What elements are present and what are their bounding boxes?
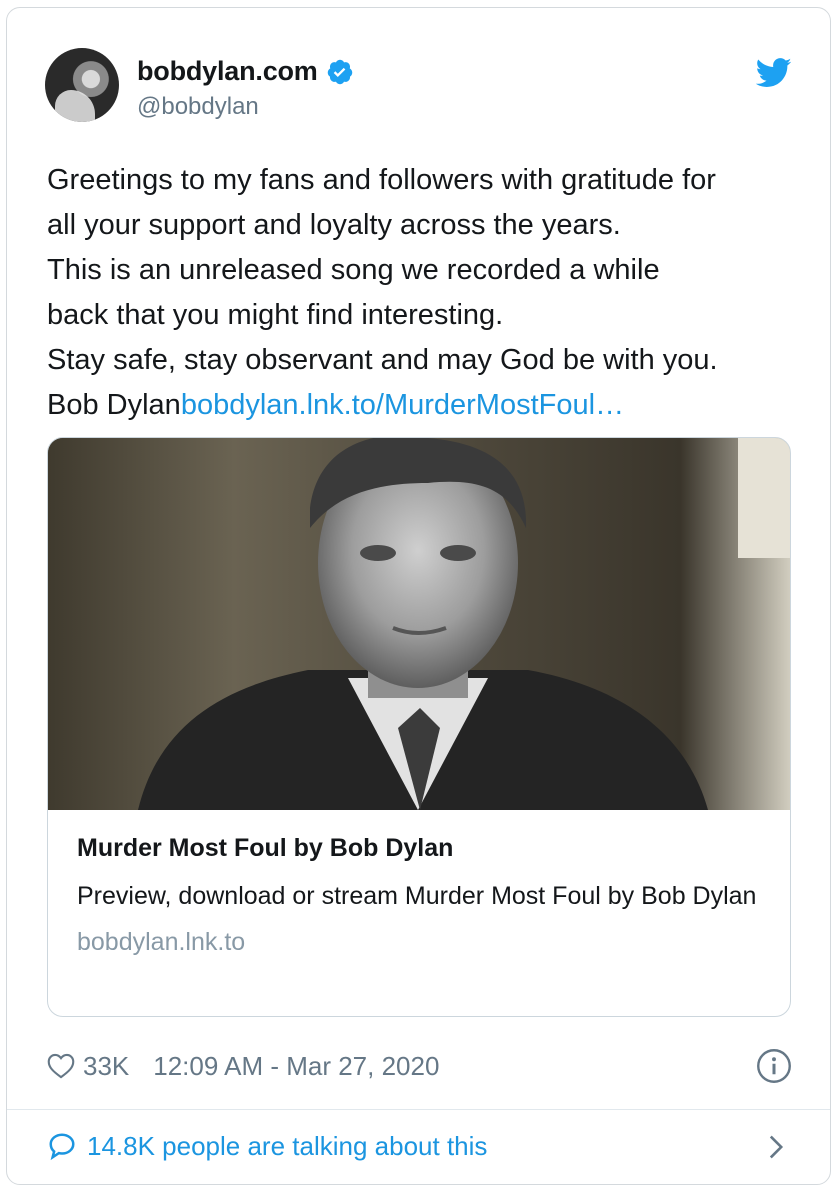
like-count[interactable]: 33K — [83, 1051, 129, 1082]
divider — [7, 1109, 830, 1110]
timestamp[interactable]: 12:09 AM - Mar 27, 2020 — [153, 1051, 439, 1082]
tweet-meta: 33K 12:09 AM - Mar 27, 2020 — [47, 1048, 792, 1084]
card-title: Murder Most Foul by Bob Dylan — [77, 834, 454, 862]
tweet-line: Stay safe, stay observant and may God be… — [47, 344, 718, 376]
tweet-line: This is an unreleased song we recorded a… — [47, 254, 660, 286]
tweet-text: Greetings to my fans and followers with … — [47, 158, 807, 428]
link-card[interactable]: Murder Most Foul by Bob Dylan Preview, d… — [47, 437, 791, 1017]
talking-count-link[interactable]: 14.8K people are talking about this — [87, 1131, 487, 1162]
reply-bubble-icon — [49, 1133, 75, 1161]
display-name-row: bobdylan.com — [137, 56, 354, 87]
author-names[interactable]: bobdylan.com @bobdylan — [137, 56, 354, 121]
heart-icon[interactable] — [47, 1053, 75, 1079]
card-body[interactable]: Murder Most Foul by Bob Dylan Preview, d… — [77, 834, 760, 957]
avatar[interactable] — [45, 48, 119, 122]
card-description: Preview, download or stream Murder Most … — [77, 882, 757, 910]
twitter-bird-icon[interactable] — [756, 58, 792, 88]
tweet-embed: bobdylan.com @bobdylan Greetings to my f… — [6, 7, 831, 1185]
chevron-right-icon[interactable] — [768, 1134, 784, 1160]
portrait-photo — [48, 438, 790, 810]
display-name[interactable]: bobdylan.com — [137, 56, 318, 87]
handle[interactable]: @bobdylan — [137, 93, 354, 121]
verified-badge-icon — [327, 59, 352, 84]
card-domain: bobdylan.lnk.to — [77, 928, 246, 956]
tweet-header: bobdylan.com @bobdylan — [45, 48, 792, 124]
tweet-line: Greetings to my fans and followers with … — [47, 164, 716, 196]
info-icon[interactable] — [756, 1048, 792, 1084]
signature-text: Bob Dylan — [47, 389, 181, 421]
tweet-last-line: Bob Dylanbobdylan.lnk.to/MurderMostFoul… — [47, 383, 807, 428]
tweet-line: back that you might find interesting. — [47, 299, 504, 331]
conversation-footer[interactable]: 14.8K people are talking about this — [47, 1126, 792, 1166]
card-image[interactable] — [48, 438, 790, 810]
tweet-line: all your support and loyalty across the … — [47, 209, 621, 241]
tweet-link[interactable]: bobdylan.lnk.to/MurderMostFoul… — [181, 389, 624, 421]
